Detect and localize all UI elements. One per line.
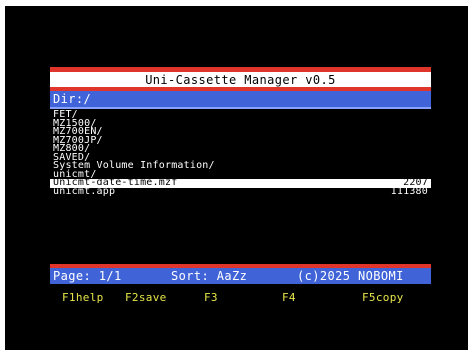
f1-help-key[interactable]: F1help (62, 291, 104, 304)
file-list-item[interactable]: FET/ (50, 110, 431, 120)
copyright-notice: (c)2025 NOBOMI (297, 269, 404, 283)
sort-indicator: Sort: AaZz (171, 269, 248, 283)
current-directory: Dir:/ (53, 92, 92, 106)
directory-bar: Dir:/ (50, 91, 431, 109)
f2-save-key[interactable]: F2save (125, 291, 167, 304)
function-key-bar: F1help F2save F3 F4 F5copy (50, 291, 431, 305)
file-list: FET/ MZ1500/ MZ700EN/ MZ700JP/ MZ800/ SA… (50, 110, 431, 197)
f4-key[interactable]: F4 (282, 291, 296, 304)
f5-copy-key[interactable]: F5copy (362, 291, 404, 304)
file-size: 111380 (390, 185, 428, 197)
page-indicator: Page: 1/1 (53, 269, 122, 283)
app-frame: Uni-Cassette Manager v0.5 Dir:/ FET/ MZ1… (0, 0, 473, 356)
app-title: Uni-Cassette Manager v0.5 (145, 73, 336, 87)
file-list-item[interactable]: MZ800/ (50, 144, 431, 154)
f3-key[interactable]: F3 (204, 291, 218, 304)
title-bar: Uni-Cassette Manager v0.5 (50, 67, 431, 91)
file-name: unicmt.app (53, 185, 116, 197)
file-list-item[interactable]: unicmt.app 111380 (50, 185, 431, 197)
file-list-item[interactable]: MZ700EN/ (50, 127, 431, 137)
file-list-item[interactable]: MZ700JP/ (50, 135, 431, 145)
file-list-item[interactable]: System Volume Information/ (50, 161, 431, 171)
file-list-item[interactable]: MZ1500/ (50, 118, 431, 128)
status-bar: Page: 1/1 Sort: AaZz (c)2025 NOBOMI (50, 264, 431, 284)
